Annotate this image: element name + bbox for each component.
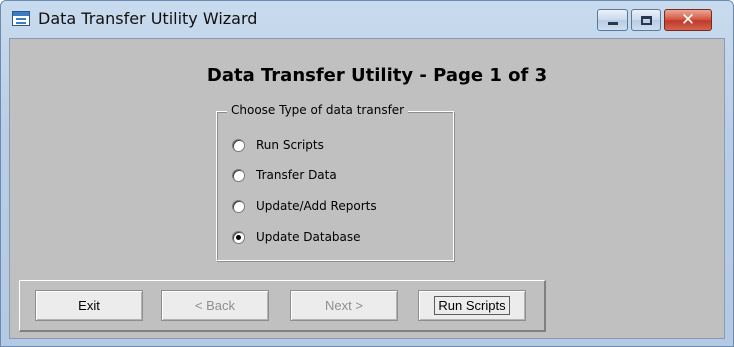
minimize-button[interactable] xyxy=(597,9,628,31)
app-window-icon[interactable] xyxy=(12,11,30,26)
exit-button-label: Exit xyxy=(78,298,100,313)
option-run-scripts[interactable]: Run Scripts xyxy=(232,138,324,152)
next-button[interactable]: Next > xyxy=(290,290,398,321)
radio-label: Transfer Data xyxy=(256,168,337,182)
radio-update-add-reports[interactable] xyxy=(232,199,245,213)
next-button-label: Next > xyxy=(325,298,363,313)
radio-update-database[interactable] xyxy=(232,230,245,244)
close-icon: ✕ xyxy=(680,9,696,30)
radio-label: Run Scripts xyxy=(256,138,324,152)
minimize-icon xyxy=(607,21,618,25)
maximize-icon xyxy=(640,15,652,25)
run-scripts-button-label: Run Scripts xyxy=(434,296,510,315)
radio-label: Update/Add Reports xyxy=(256,199,377,213)
option-update-database[interactable]: Update Database xyxy=(232,230,361,244)
wizard-form: Data Transfer Utility - Page 1 of 3 Choo… xyxy=(9,38,725,339)
option-update-add-reports[interactable]: Update/Add Reports xyxy=(232,199,377,213)
transfer-type-group: Choose Type of data transfer Run Scripts… xyxy=(216,103,454,261)
page-title: Data Transfer Utility - Page 1 of 3 xyxy=(206,65,548,86)
maximize-button[interactable] xyxy=(631,9,661,31)
radio-transfer-data[interactable] xyxy=(232,168,245,182)
group-legend: Choose Type of data transfer xyxy=(227,103,409,117)
back-button-label: < Back xyxy=(194,298,236,313)
exit-button[interactable]: Exit xyxy=(35,290,143,321)
radio-label: Update Database xyxy=(256,230,361,244)
run-scripts-button[interactable]: Run Scripts xyxy=(418,290,526,321)
button-panel: Exit < Back Next > Run Scripts xyxy=(19,280,546,332)
window-title: Data Transfer Utility Wizard xyxy=(38,9,258,28)
radio-run-scripts[interactable] xyxy=(232,138,245,152)
back-button[interactable]: < Back xyxy=(161,290,269,321)
option-transfer-data[interactable]: Transfer Data xyxy=(232,168,337,182)
app-window: Data Transfer Utility Wizard ✕ Data Tran… xyxy=(0,0,734,347)
title-bar[interactable]: Data Transfer Utility Wizard ✕ xyxy=(1,1,733,37)
close-button[interactable]: ✕ xyxy=(664,9,712,31)
